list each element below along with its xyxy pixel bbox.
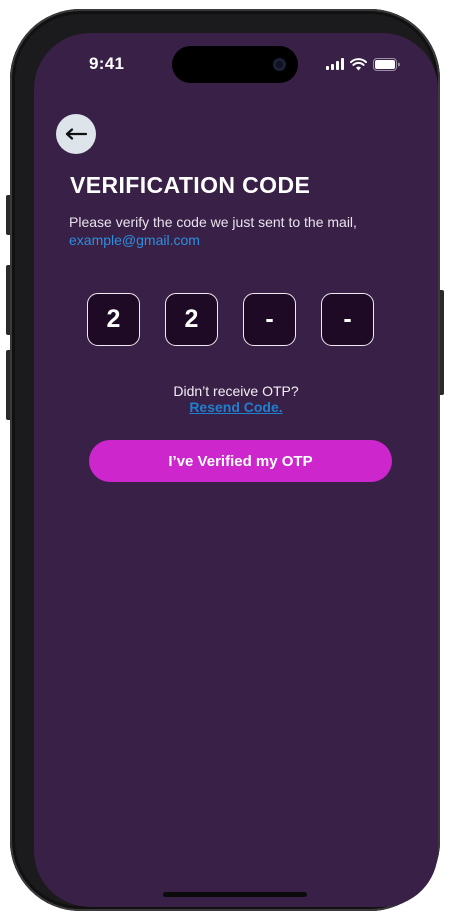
status-time: 9:41 [89, 54, 125, 73]
wifi-icon [350, 57, 367, 71]
otp-digit-4[interactable]: - [321, 293, 374, 346]
otp-input-group: 2 2 - - [87, 293, 374, 346]
home-indicator [163, 892, 307, 897]
phone-frame: 9:41 VERIFICATION CODE Please verify the… [10, 9, 440, 911]
resend-question: Didn’t receive OTP? [173, 383, 299, 399]
cellular-signal-icon [326, 58, 344, 70]
resend-section: Didn’t receive OTP? Resend Code. [34, 383, 438, 415]
arrow-left-icon [65, 128, 87, 140]
battery-icon [373, 57, 400, 71]
otp-digit-2[interactable]: 2 [165, 293, 218, 346]
verified-otp-button[interactable]: I’ve Verified my OTP [89, 440, 392, 482]
page-title: VERIFICATION CODE [70, 172, 311, 198]
status-bar: 9:41 [34, 33, 438, 93]
email-address: example@gmail.com [69, 232, 200, 248]
dynamic-island [172, 46, 298, 83]
otp-digit-1[interactable]: 2 [87, 293, 140, 346]
phone-screen: 9:41 VERIFICATION CODE Please verify the… [34, 33, 438, 907]
page-subtitle: Please verify the code we just sent to t… [69, 213, 399, 249]
resend-code-link[interactable]: Resend Code. [189, 399, 282, 415]
subtitle-text: Please verify the code we just sent to t… [69, 214, 357, 230]
status-icons [326, 57, 400, 71]
back-button[interactable] [56, 114, 96, 154]
camera-icon [273, 58, 286, 71]
otp-digit-3[interactable]: - [243, 293, 296, 346]
